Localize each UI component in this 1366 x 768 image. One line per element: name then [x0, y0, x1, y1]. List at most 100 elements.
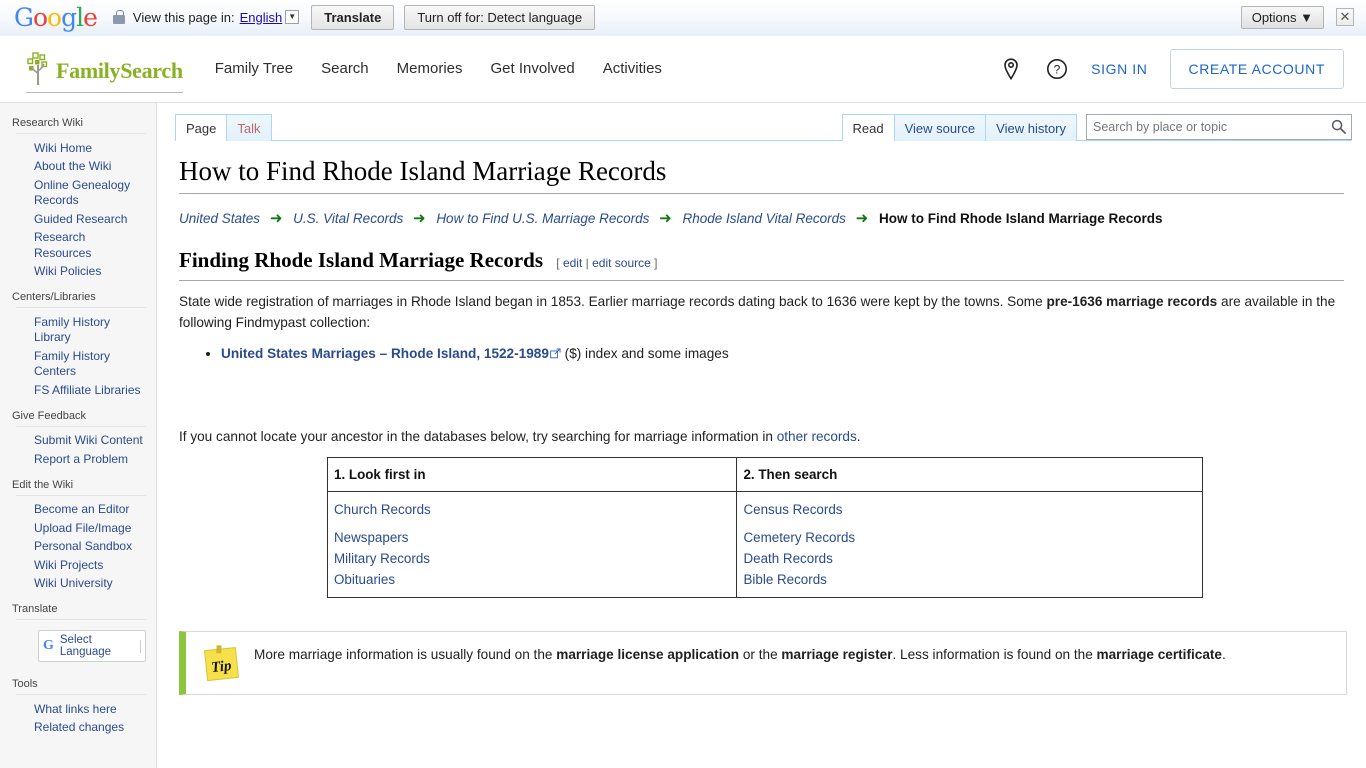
primary-nav: Family Tree Search Memories Get Involved… [215, 60, 662, 77]
breadcrumb-item-us-vital-records[interactable]: U.S. Vital Records [293, 211, 403, 226]
breadcrumb-item-rhode-island-vital-records[interactable]: Rhode Island Vital Records [683, 211, 846, 226]
record-link-obituaries[interactable]: Obituaries [334, 569, 731, 590]
lock-icon [112, 10, 125, 24]
table-row: Church Records Newspapers Military Recor… [326, 490, 1203, 598]
collection-link-us-marriages-rhode-island[interactable]: United States Marriages – Rhode Island, … [221, 346, 549, 361]
google-translate-bar: Google View this page in: English ▼ Tran… [0, 0, 1366, 37]
page-shell: Research Wiki Wiki Home About the Wiki O… [0, 103, 1366, 768]
record-link-cemetery-records[interactable]: Cemetery Records [743, 527, 1197, 548]
tip-text: More marriage information is usually fou… [254, 640, 1226, 665]
sidebar-group-centers-libraries: Family History Library Family History Ce… [16, 307, 146, 400]
record-link-census-records[interactable]: Census Records [743, 499, 1197, 520]
tab-page[interactable]: Page [175, 114, 228, 142]
record-link-newspapers[interactable]: Newspapers [334, 527, 731, 548]
google-logo: Google [14, 2, 98, 32]
breadcrumb-arrow-icon: ➜ [412, 210, 426, 228]
sidebar-heading-give-feedback: Give Feedback [12, 409, 86, 422]
sidebar-item-online-genealogy-records[interactable]: Online Genealogy Records [16, 176, 146, 210]
chevron-down-icon[interactable]: ▼ [285, 10, 300, 24]
record-link-bible-records[interactable]: Bible Records [743, 569, 1197, 590]
record-link-death-records[interactable]: Death Records [743, 548, 1197, 569]
sidebar-item-report-a-problem[interactable]: Report a Problem [16, 450, 146, 469]
sidebar-item-family-history-centers[interactable]: Family History Centers [16, 347, 146, 381]
sidebar-item-guided-research[interactable]: Guided Research [16, 210, 146, 229]
breadcrumb-arrow-icon: ➜ [855, 210, 869, 228]
sidebar-item-upload-file-image[interactable]: Upload File/Image [16, 519, 146, 538]
sidebar-heading-translate: Translate [12, 603, 58, 615]
edit-link[interactable]: edit [563, 256, 582, 270]
nav-item-activities[interactable]: Activities [603, 60, 662, 77]
tip-part3: . Less information is found on the [892, 646, 1097, 662]
tab-read[interactable]: Read [841, 114, 895, 142]
tab-view-history[interactable]: View history [985, 114, 1077, 141]
translate-button[interactable]: Translate [311, 4, 395, 30]
select-language-widget[interactable]: G Select Language [38, 630, 146, 662]
translate-language-link[interactable]: English [240, 10, 283, 25]
sidebar-group-translate: G Select Language [16, 619, 146, 668]
sidebar-item-wiki-policies[interactable]: Wiki Policies [16, 263, 146, 282]
intro-paragraph: State wide registration of marriages in … [179, 291, 1344, 333]
sidebar-group-give-feedback: Submit Wiki Content Report a Problem [16, 425, 146, 469]
sidebar-item-family-history-library[interactable]: Family History Library [16, 313, 146, 347]
nav-item-memories[interactable]: Memories [397, 60, 463, 77]
table-cell-look-first-in: Church Records Newspapers Military Recor… [326, 490, 738, 598]
sidebar-item-wiki-home[interactable]: Wiki Home [16, 139, 146, 158]
sidebar-heading-research-wiki: Research Wiki [12, 117, 83, 129]
section-edit-links: [ edit | edit source ] [556, 256, 657, 270]
question-circle-icon[interactable]: ? [1045, 57, 1069, 81]
view-tabs: Read View source View history [841, 114, 1352, 142]
nav-item-search[interactable]: Search [321, 60, 369, 77]
sidebar-item-what-links-here[interactable]: What links here [16, 700, 146, 719]
tab-bar: Page Talk Read View source View history [157, 103, 1366, 142]
familysearch-logo[interactable]: FamilySearch [24, 51, 183, 93]
nav-item-family-tree[interactable]: Family Tree [215, 60, 293, 77]
sidebar-item-about-the-wiki[interactable]: About the Wiki [16, 158, 146, 177]
sidebar-item-become-an-editor[interactable]: Become an Editor [16, 501, 146, 520]
external-link-icon [550, 348, 561, 358]
record-link-military-records[interactable]: Military Records [334, 548, 731, 569]
map-pin-icon[interactable] [999, 57, 1023, 81]
sidebar-group-research-wiki: Wiki Home About the Wiki Online Genealog… [16, 133, 146, 281]
nav-item-get-involved[interactable]: Get Involved [491, 60, 575, 77]
edit-source-link[interactable]: edit source [592, 256, 651, 270]
page-title: How to Find Rhode Island Marriage Record… [179, 155, 1344, 195]
other-records-link[interactable]: other records [777, 429, 857, 444]
record-link-church-records[interactable]: Church Records [334, 499, 731, 520]
sidebar-heading-tools: Tools [12, 678, 38, 690]
tip-callout: Tip More marriage information is usually… [179, 630, 1347, 695]
svg-text:?: ? [1054, 62, 1061, 76]
sidebar-item-wiki-university[interactable]: Wiki University [16, 575, 146, 594]
sidebar-item-personal-sandbox[interactable]: Personal Sandbox [16, 538, 146, 557]
records-table: 1. Look first in 2. Then search Church R… [326, 456, 1203, 598]
sign-in-link[interactable]: SIGN IN [1091, 61, 1147, 77]
tab-view-source[interactable]: View source [893, 114, 987, 141]
sidebar-heading-edit-the-wiki: Edit the Wiki [12, 478, 74, 491]
tip-part4: . [1221, 646, 1226, 662]
section-heading-text: Finding Rhode Island Marriage Records [179, 248, 544, 273]
breadcrumb-item-united-states[interactable]: United States [179, 211, 260, 226]
edit-bracket-close: ] [654, 256, 658, 271]
select-language-label: Select Language [59, 634, 112, 658]
edit-bracket-open: [ [556, 256, 560, 271]
sidebar: Research Wiki Wiki Home About the Wiki O… [0, 103, 157, 768]
tip-part1: More marriage information is usually fou… [254, 646, 557, 662]
sidebar-item-related-changes[interactable]: Related changes [16, 719, 146, 738]
breadcrumb-item-how-to-find-us-marriage-records[interactable]: How to Find U.S. Marriage Records [436, 211, 649, 226]
breadcrumb-arrow-icon: ➜ [659, 210, 672, 228]
search-box [1086, 114, 1352, 140]
sidebar-item-wiki-projects[interactable]: Wiki Projects [16, 556, 146, 575]
intro-bold-phrase: pre-1636 marriage records [1046, 293, 1218, 309]
search-input[interactable] [1086, 114, 1352, 140]
translate-options-button[interactable]: Options ▼ [1240, 5, 1324, 29]
sidebar-item-research-resources[interactable]: Research Resources [16, 229, 146, 263]
collection-list: United States Marriages – Rhode Island, … [179, 343, 1344, 364]
sidebar-item-fs-affiliate-libraries[interactable]: FS Affiliate Libraries [16, 381, 146, 400]
translate-prompt-label: View this page in: [132, 9, 235, 25]
tab-talk[interactable]: Talk [226, 114, 272, 141]
close-icon[interactable]: ✕ [1336, 8, 1354, 26]
familysearch-wordmark: FamilySearch [56, 57, 183, 83]
create-account-button[interactable]: CREATE ACCOUNT [1169, 48, 1344, 89]
sidebar-heading-centers-libraries: Centers/Libraries [12, 291, 96, 303]
sidebar-item-submit-wiki-content[interactable]: Submit Wiki Content [16, 432, 146, 451]
turn-off-translate-button[interactable]: Turn off for: Detect language [404, 4, 596, 30]
